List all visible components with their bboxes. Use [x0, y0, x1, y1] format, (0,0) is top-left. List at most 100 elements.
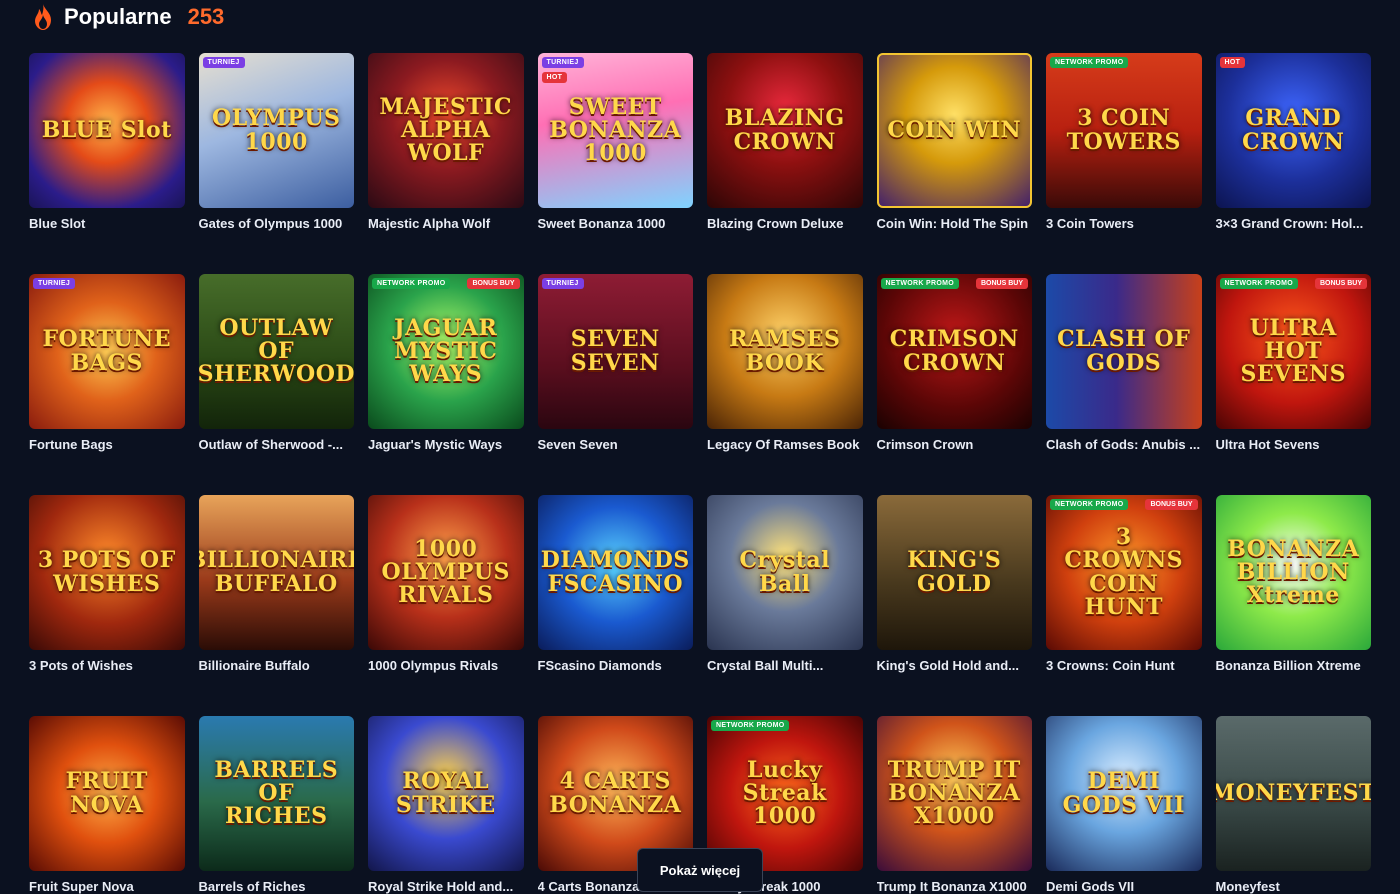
- game-thumbnail[interactable]: BLAZING CROWN: [707, 53, 863, 208]
- game-thumbnail[interactable]: KING'S GOLD: [876, 495, 1032, 650]
- game-tile[interactable]: 3 COIN TOWERS NETWORK PROMO 3 Coin Towers: [1046, 53, 1202, 232]
- game-title[interactable]: Outlaw of Sherwood -...: [199, 437, 354, 453]
- game-tile[interactable]: DEMI GODS VII Demi Gods VII: [1046, 716, 1202, 894]
- game-title[interactable]: Crimson Crown: [877, 437, 1032, 453]
- game-thumbnail[interactable]: MAJESTIC ALPHA WOLF: [368, 53, 524, 208]
- game-tile[interactable]: SWEET BONANZA 1000 TURNIEJ HOT Sweet Bonanz…: [537, 53, 693, 232]
- game-tile[interactable]: GRAND CROWN HOT 3×3 Grand Crown: Hol...: [1215, 53, 1371, 232]
- game-title[interactable]: 3×3 Grand Crown: Hol...: [1216, 216, 1371, 232]
- game-logo-art: RAMSES BOOK: [729, 326, 841, 376]
- game-tile[interactable]: 1000 OLYMPUS RIVALS 1000 Olympus Rivals: [368, 495, 524, 674]
- game-tile[interactable]: FRUIT NOVA Fruit Super Nova: [29, 716, 185, 894]
- game-title[interactable]: 3 Crowns: Coin Hunt: [1046, 658, 1201, 674]
- game-tile[interactable]: ULTRA HOT SEVENS NETWORK PROMO BONUS BUY Ul…: [1215, 274, 1371, 453]
- game-thumbnail[interactable]: FORTUNE BAGS TURNIEJ: [29, 274, 185, 429]
- game-thumbnail[interactable]: DEMI GODS VII: [1046, 716, 1202, 871]
- game-thumbnail[interactable]: SWEET BONANZA 1000 TURNIEJ HOT: [537, 53, 693, 208]
- badge-stack: NETWORK PROMO: [1219, 278, 1298, 289]
- game-tile[interactable]: KING'S GOLD King's Gold Hold and...: [876, 495, 1032, 674]
- game-tile[interactable]: TRUMP IT BONANZA X1000 Trump It Bonanza X…: [876, 716, 1032, 894]
- game-tile[interactable]: BLAZING CROWN Blazing Crown Deluxe: [707, 53, 863, 232]
- game-title[interactable]: Crystal Ball Multi...: [707, 658, 862, 674]
- game-thumbnail[interactable]: 1000 OLYMPUS RIVALS: [368, 495, 524, 650]
- game-title[interactable]: Royal Strike Hold and...: [368, 879, 523, 894]
- game-thumbnail[interactable]: DIAMONDS FSCASINO: [537, 495, 693, 650]
- game-logo-art: DEMI GODS VII: [1062, 768, 1185, 818]
- game-tile[interactable]: BLUE Slot Blue Slot: [29, 53, 185, 232]
- game-tile[interactable]: RAMSES BOOK Legacy Of Ramses Book: [707, 274, 863, 453]
- game-tile[interactable]: DIAMONDS FSCASINO FScasino Diamonds: [537, 495, 693, 674]
- game-logo-art: BARRELS OF RICHES: [214, 756, 339, 830]
- game-title[interactable]: Fortune Bags: [29, 437, 184, 453]
- game-title[interactable]: Fruit Super Nova: [29, 879, 184, 894]
- game-title[interactable]: Coin Win: Hold The Spin: [877, 216, 1032, 232]
- game-tile[interactable]: BONANZA BILLION Xtreme Bonanza Billion Xt…: [1215, 495, 1371, 674]
- game-title[interactable]: Blazing Crown Deluxe: [707, 216, 862, 232]
- game-thumbnail[interactable]: ULTRA HOT SEVENS NETWORK PROMO BONUS BUY: [1215, 274, 1371, 429]
- game-tile[interactable]: CRIMSON CROWN NETWORK PROMO BONUS BUY Crims…: [876, 274, 1032, 453]
- game-title[interactable]: Legacy Of Ramses Book: [707, 437, 862, 453]
- game-tile[interactable]: BILLIONAIRE BUFFALO Billionaire Buffalo: [198, 495, 354, 674]
- game-logo-art: 1000 OLYMPUS RIVALS: [381, 535, 510, 609]
- game-title[interactable]: 3 Pots of Wishes: [29, 658, 184, 674]
- game-tile[interactable]: Crystal Ball Crystal Ball Multi...: [707, 495, 863, 674]
- game-title[interactable]: Barrels of Riches: [199, 879, 354, 894]
- game-tile[interactable]: SEVEN SEVEN TURNIEJ Seven Seven: [537, 274, 693, 453]
- game-thumbnail[interactable]: BILLIONAIRE BUFFALO: [198, 495, 354, 650]
- game-thumbnail[interactable]: RAMSES BOOK: [707, 274, 863, 429]
- game-title[interactable]: Ultra Hot Sevens: [1216, 437, 1371, 453]
- game-thumbnail[interactable]: OUTLAW OF SHERWOOD: [198, 274, 354, 429]
- show-more-button[interactable]: Pokaż więcej: [637, 848, 763, 892]
- game-title[interactable]: Demi Gods VII: [1046, 879, 1201, 894]
- game-title[interactable]: Moneyfest: [1216, 879, 1371, 894]
- game-title[interactable]: Bonanza Billion Xtreme: [1216, 658, 1371, 674]
- game-title[interactable]: Majestic Alpha Wolf: [368, 216, 523, 232]
- game-thumbnail[interactable]: JAGUAR MYSTIC WAYS NETWORK PROMO BONUS BUY: [368, 274, 524, 429]
- game-tile[interactable]: MONEYFEST Moneyfest: [1215, 716, 1371, 894]
- game-thumbnail[interactable]: 3 POTS OF WISHES: [29, 495, 185, 650]
- game-tile[interactable]: MAJESTIC ALPHA WOLF Majestic Alpha Wolf: [368, 53, 524, 232]
- bonus-buy-badge: BONUS BUY: [1145, 499, 1198, 510]
- game-title[interactable]: Sweet Bonanza 1000: [538, 216, 693, 232]
- game-title[interactable]: Gates of Olympus 1000: [199, 216, 354, 232]
- game-title[interactable]: FScasino Diamonds: [538, 658, 693, 674]
- game-thumbnail[interactable]: Crystal Ball: [707, 495, 863, 650]
- game-tile[interactable]: OLYMPUS 1000 TURNIEJ Gates of Olympus 1000: [198, 53, 354, 232]
- game-thumbnail[interactable]: BARRELS OF RICHES: [198, 716, 354, 871]
- game-title[interactable]: 1000 Olympus Rivals: [368, 658, 523, 674]
- game-title[interactable]: 3 Coin Towers: [1046, 216, 1201, 232]
- game-thumbnail[interactable]: CLASH OF GODS: [1046, 274, 1202, 429]
- game-thumbnail[interactable]: OLYMPUS 1000 TURNIEJ: [198, 53, 354, 208]
- game-tile[interactable]: 3 CROWNS COIN HUNT NETWORK PROMO BONUS BUY…: [1046, 495, 1202, 674]
- game-thumbnail[interactable]: 3 COIN TOWERS NETWORK PROMO: [1046, 53, 1202, 208]
- game-thumbnail[interactable]: MONEYFEST: [1215, 716, 1371, 871]
- game-thumbnail[interactable]: COIN WIN: [876, 53, 1032, 208]
- game-tile[interactable]: BARRELS OF RICHES Barrels of Riches: [198, 716, 354, 894]
- game-thumbnail[interactable]: BONANZA BILLION Xtreme: [1215, 495, 1371, 650]
- game-title[interactable]: Billionaire Buffalo: [199, 658, 354, 674]
- game-logo-art: 3 COIN TOWERS: [1066, 105, 1181, 155]
- game-tile[interactable]: ROYAL STRIKE Royal Strike Hold and...: [368, 716, 524, 894]
- game-thumbnail[interactable]: BLUE Slot: [29, 53, 185, 208]
- game-thumbnail[interactable]: ROYAL STRIKE: [368, 716, 524, 871]
- game-thumbnail[interactable]: GRAND CROWN HOT: [1215, 53, 1371, 208]
- game-thumbnail[interactable]: SEVEN SEVEN TURNIEJ: [537, 274, 693, 429]
- game-title[interactable]: Blue Slot: [29, 216, 184, 232]
- game-thumbnail[interactable]: CRIMSON CROWN NETWORK PROMO BONUS BUY: [876, 274, 1032, 429]
- game-title[interactable]: Trump It Bonanza X1000: [877, 879, 1032, 894]
- game-title[interactable]: Jaguar's Mystic Ways: [368, 437, 523, 453]
- game-tile[interactable]: CLASH OF GODS Clash of Gods: Anubis ...: [1046, 274, 1202, 453]
- game-tile[interactable]: COIN WIN Coin Win: Hold The Spin: [876, 53, 1032, 232]
- game-tile[interactable]: FORTUNE BAGS TURNIEJ Fortune Bags: [29, 274, 185, 453]
- game-tile[interactable]: OUTLAW OF SHERWOOD Outlaw of Sherwood -..…: [198, 274, 354, 453]
- game-title[interactable]: King's Gold Hold and...: [877, 658, 1032, 674]
- game-tile[interactable]: 3 POTS OF WISHES 3 Pots of Wishes: [29, 495, 185, 674]
- badge-stack: NETWORK PROMO: [1050, 499, 1129, 510]
- game-thumbnail[interactable]: 3 CROWNS COIN HUNT NETWORK PROMO BONUS BUY: [1046, 495, 1202, 650]
- badge-stack: TURNIEJ: [202, 57, 245, 68]
- game-thumbnail[interactable]: TRUMP IT BONANZA X1000: [876, 716, 1032, 871]
- game-title[interactable]: Clash of Gods: Anubis ...: [1046, 437, 1201, 453]
- game-thumbnail[interactable]: FRUIT NOVA: [29, 716, 185, 871]
- game-tile[interactable]: JAGUAR MYSTIC WAYS NETWORK PROMO BONUS BUY…: [368, 274, 524, 453]
- game-title[interactable]: Seven Seven: [538, 437, 693, 453]
